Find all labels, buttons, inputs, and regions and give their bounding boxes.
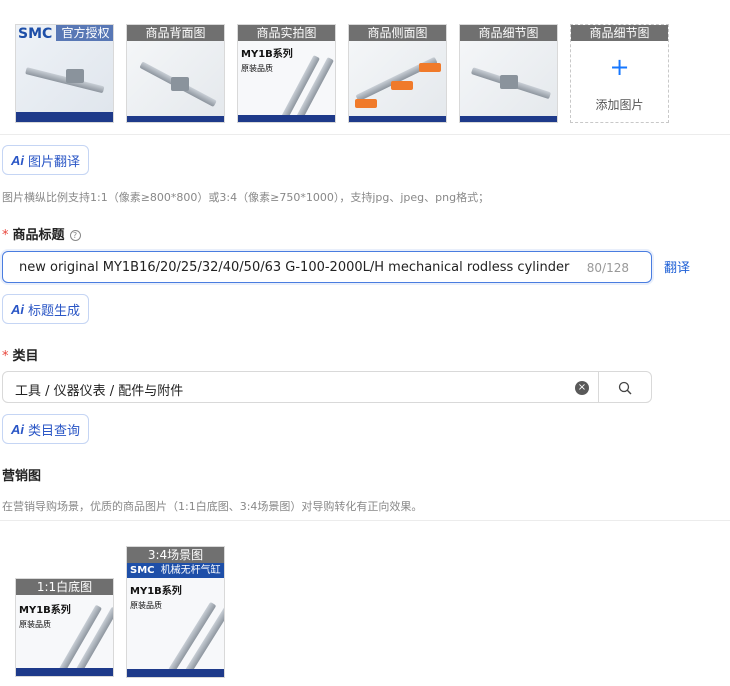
series-sub-text: 原装品质 bbox=[241, 64, 273, 73]
required-mark: * bbox=[2, 228, 9, 243]
title-input-value: new original MY1B16/20/25/32/40/50/63 G-… bbox=[19, 260, 570, 275]
marketing-hint: 在营销导购场景，优质的商品图片（1:1白底图、3:4场景图）对导购转化有正向效果… bbox=[2, 500, 423, 513]
image-caption: 商品细节图 bbox=[571, 25, 668, 41]
image-caption: 商品背面图 bbox=[127, 25, 224, 41]
required-mark: * bbox=[2, 349, 9, 364]
ai-icon: Ai bbox=[11, 152, 24, 168]
image-caption: 1:1白底图 bbox=[16, 579, 113, 595]
marketing-image-scene[interactable]: 3:4场景图 SMC 机械无杆气缸 MY1B系列 原装品质 bbox=[126, 546, 225, 678]
plus-icon: + bbox=[609, 53, 630, 81]
category-query-button[interactable]: Ai 类目查询 bbox=[2, 414, 90, 444]
divider bbox=[0, 520, 730, 521]
product-image-authorized[interactable]: SMC 官方授权 bbox=[15, 24, 114, 123]
series-sub-text: 原装品质 bbox=[19, 620, 51, 629]
translate-link[interactable]: 翻译 bbox=[664, 257, 690, 276]
product-image-photo: MY1B系列 原装品质 bbox=[238, 41, 335, 122]
product-image-photo bbox=[127, 41, 224, 122]
product-image-side[interactable]: 商品侧面图 bbox=[348, 24, 447, 123]
ai-icon: Ai bbox=[11, 301, 24, 317]
marketing-image-photo: MY1B系列 原装品质 bbox=[127, 578, 224, 677]
product-image-photo bbox=[349, 41, 446, 122]
title-label: * 商品标题? bbox=[2, 224, 81, 243]
divider bbox=[0, 134, 730, 135]
title-char-counter: 80/128 bbox=[586, 261, 629, 275]
series-sub-text: 原装品质 bbox=[130, 601, 162, 610]
series-text: MY1B系列 bbox=[19, 605, 71, 616]
clear-icon[interactable]: × bbox=[575, 381, 589, 395]
category-query-label: 类目查询 bbox=[28, 423, 81, 439]
image-caption: 商品侧面图 bbox=[349, 25, 446, 41]
category-search-button[interactable] bbox=[598, 371, 652, 403]
image-translate-label: 图片翻译 bbox=[28, 154, 81, 170]
series-text: MY1B系列 bbox=[241, 49, 293, 60]
title-generate-label: 标题生成 bbox=[28, 303, 81, 319]
add-image-label: 添加图片 bbox=[595, 98, 644, 112]
category-label: * 类目 bbox=[2, 345, 39, 364]
product-image-back[interactable]: 商品背面图 bbox=[126, 24, 225, 123]
category-input[interactable]: 工具 / 仪器仪表 / 配件与附件 × bbox=[2, 371, 599, 403]
brand-banner: SMC 机械无杆气缸 bbox=[127, 563, 224, 578]
image-caption: 3:4场景图 bbox=[127, 547, 224, 563]
product-image-detail[interactable]: 商品细节图 bbox=[459, 24, 558, 123]
image-translate-button[interactable]: Ai 图片翻译 bbox=[2, 145, 90, 175]
help-icon[interactable]: ? bbox=[69, 230, 81, 241]
product-image-photo bbox=[460, 41, 557, 122]
title-input[interactable]: new original MY1B16/20/25/32/40/50/63 G-… bbox=[2, 251, 652, 283]
brand-sub-text: 机械无杆气缸 bbox=[160, 565, 221, 576]
category-value: 工具 / 仪器仪表 / 配件与附件 bbox=[15, 384, 184, 399]
product-image-real[interactable]: 商品实拍图 MY1B系列 原装品质 bbox=[237, 24, 336, 123]
title-label-text: 商品标题 bbox=[12, 228, 65, 243]
series-text: MY1B系列 bbox=[130, 586, 182, 597]
image-caption: 商品细节图 bbox=[460, 25, 557, 41]
title-generate-button[interactable]: Ai 标题生成 bbox=[2, 294, 90, 324]
add-image-button[interactable]: 商品细节图 + 添加图片 bbox=[570, 24, 669, 123]
brand-text: SMC bbox=[130, 565, 155, 576]
image-caption: 官方授权 bbox=[56, 25, 113, 41]
ai-icon: Ai bbox=[11, 421, 24, 437]
smc-logo-text: SMC bbox=[18, 26, 53, 42]
marketing-label: 营销图 bbox=[2, 469, 42, 484]
image-hint: 图片横纵比例支持1:1（像素≥800*800）或3:4（像素≥750*1000）… bbox=[2, 191, 490, 204]
search-icon bbox=[618, 381, 632, 395]
image-caption: 商品实拍图 bbox=[238, 25, 335, 41]
category-label-text: 类目 bbox=[12, 349, 39, 364]
marketing-image-square[interactable]: MY1B系列 原装品质 1:1白底图 bbox=[15, 578, 114, 677]
